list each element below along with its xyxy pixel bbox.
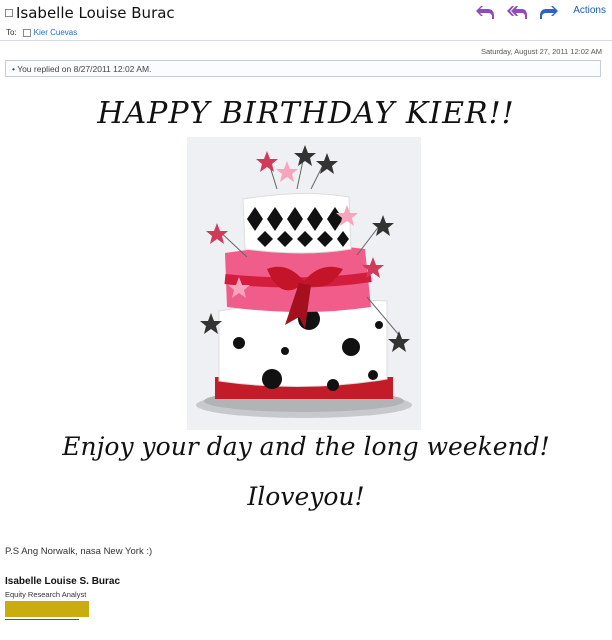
birthday-greeting: HAPPY BIRTHDAY KIER!! (97, 96, 515, 131)
reply-notice-bar: • You replied on 8/27/2011 12:02 AM. (5, 60, 601, 77)
sent-date: Saturday, August 27, 2011 12:02 AM (480, 47, 602, 56)
signature-title: Equity Research Analyst (5, 590, 87, 599)
forward-icon[interactable] (538, 6, 560, 20)
sender-row: Isabelle Louise Burac (5, 4, 175, 22)
to-label: To: (6, 28, 17, 37)
birthday-cake-image (187, 137, 421, 430)
message-header: Isabelle Louise Burac Actions To: Kier C… (0, 0, 612, 41)
reply-icon[interactable] (474, 6, 496, 20)
recipient-name[interactable]: Kier Cuevas (34, 28, 78, 37)
message-nav (474, 6, 560, 20)
reply-all-icon[interactable] (506, 6, 528, 20)
contact-icon (22, 28, 31, 37)
love-message: Iloveyou! (247, 482, 365, 511)
birthday-message: Enjoy your day and the long weekend! (62, 432, 550, 461)
postscript: P.S Ang Norwalk, nasa New York :) (5, 546, 153, 557)
actions-menu[interactable]: Actions (573, 5, 606, 16)
sender-name[interactable]: Isabelle Louise Burac (16, 4, 175, 22)
signature-name: Isabelle Louise S. Burac (5, 576, 121, 587)
flag-checkbox[interactable] (5, 9, 13, 17)
redacted-link-underline (5, 619, 79, 620)
recipient-row: To: Kier Cuevas (6, 28, 77, 37)
redacted-contact-block (5, 601, 89, 617)
reply-notice-text: You replied on 8/27/2011 12:02 AM. (17, 64, 152, 74)
